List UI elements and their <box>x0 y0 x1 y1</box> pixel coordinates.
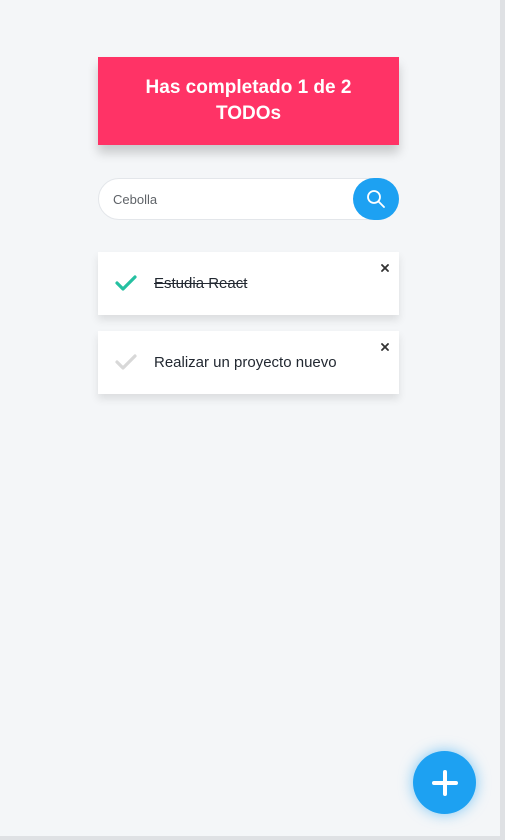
close-icon[interactable] <box>380 342 390 352</box>
scrollbar-track[interactable] <box>500 0 505 840</box>
bottom-edge <box>0 836 505 840</box>
search-icon <box>367 190 385 208</box>
todo-counter-text: Has completado 1 de 2 TODOs <box>145 77 352 124</box>
add-todo-button[interactable] <box>413 751 476 814</box>
check-icon[interactable] <box>115 274 137 292</box>
todo-text: Realizar un proyecto nuevo <box>154 354 337 371</box>
search-button[interactable] <box>353 178 399 220</box>
plus-icon <box>431 769 458 796</box>
todo-item: Estudia React <box>98 252 399 315</box>
close-icon[interactable] <box>380 263 390 273</box>
todo-counter: Has completado 1 de 2 TODOs <box>98 57 399 145</box>
todo-item: Realizar un proyecto nuevo <box>98 331 399 394</box>
search-bar <box>98 178 399 220</box>
todo-text: Estudia React <box>154 275 248 292</box>
search-input[interactable] <box>113 189 343 209</box>
check-icon[interactable] <box>115 353 137 371</box>
